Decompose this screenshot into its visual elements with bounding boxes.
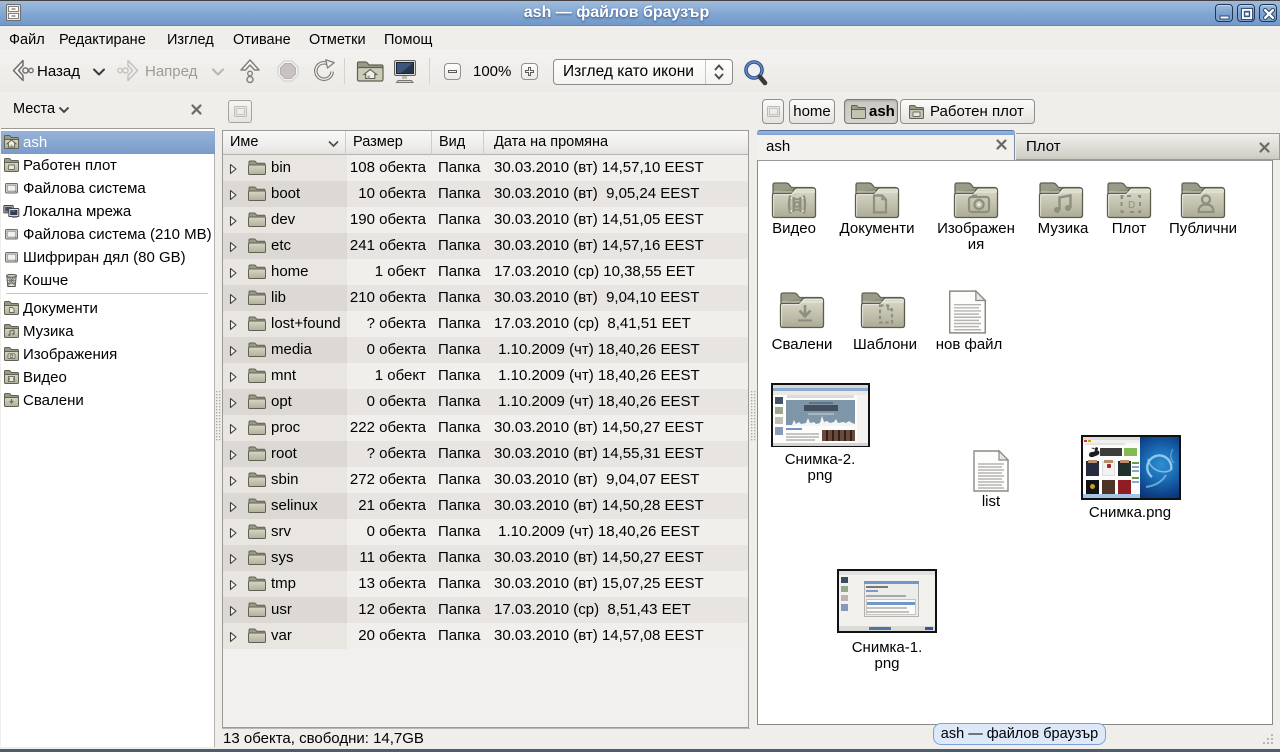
svg-text:D: D <box>1128 200 1135 211</box>
